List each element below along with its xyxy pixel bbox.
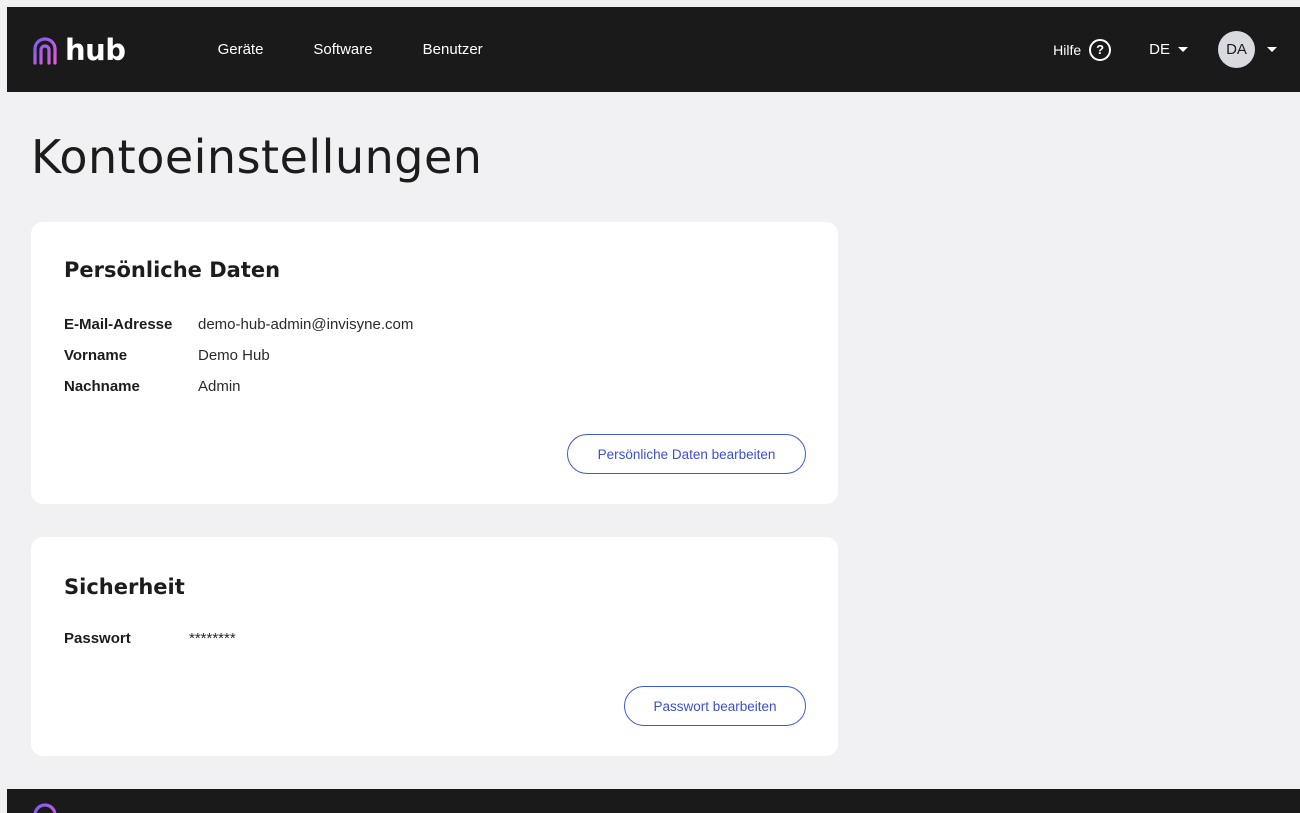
last-name-row: Nachname Admin — [64, 378, 241, 395]
first-name-value: Demo Hub — [198, 347, 270, 364]
help-button[interactable]: Hilfe ? — [1053, 38, 1112, 61]
nav-item-software[interactable]: Software — [313, 41, 372, 58]
password-label: Passwort — [64, 630, 131, 647]
logo-text: hub — [65, 32, 126, 67]
main-nav: Geräte Software Benutzer — [218, 41, 533, 58]
security-card: Sicherheit Passwort ******** Passwort be… — [31, 537, 838, 756]
personal-data-title: Persönliche Daten — [64, 258, 281, 282]
chevron-down-icon — [1267, 47, 1277, 52]
edit-password-button[interactable]: Passwort bearbeiten — [624, 686, 806, 726]
user-menu[interactable]: DA — [1218, 31, 1277, 68]
hub-arch-icon — [33, 803, 57, 813]
nav-item-geraete[interactable]: Geräte — [218, 41, 264, 58]
header-right-group: Hilfe ? DE DA — [1053, 31, 1277, 68]
last-name-value: Admin — [198, 378, 241, 395]
password-row: Passwort ******** — [64, 630, 236, 647]
email-row: E-Mail-Adresse demo-hub-admin@invisyne.c… — [64, 316, 413, 333]
chevron-down-icon — [1178, 47, 1188, 52]
password-value: ******** — [189, 630, 236, 647]
first-name-label: Vorname — [64, 347, 128, 364]
edit-personal-data-button[interactable]: Persönliche Daten bearbeiten — [567, 434, 806, 474]
email-value: demo-hub-admin@invisyne.com — [198, 316, 414, 333]
last-name-label: Nachname — [64, 378, 140, 395]
footer — [7, 789, 1300, 813]
hub-logo[interactable]: hub — [31, 33, 126, 67]
language-selector[interactable]: DE — [1149, 41, 1188, 58]
help-label: Hilfe — [1053, 41, 1082, 58]
hub-arch-icon — [33, 36, 57, 65]
top-navigation-bar: hub Geräte Software Benutzer Hilfe ? DE … — [7, 7, 1300, 92]
question-circle-icon: ? — [1089, 38, 1112, 61]
personal-data-card: Persönliche Daten E-Mail-Adresse demo-hu… — [31, 222, 838, 504]
first-name-row: Vorname Demo Hub — [64, 347, 270, 364]
nav-item-benutzer[interactable]: Benutzer — [423, 41, 483, 58]
security-title: Sicherheit — [64, 575, 185, 599]
page-title: Kontoeinstellungen — [31, 130, 483, 184]
email-label: E-Mail-Adresse — [64, 316, 173, 333]
avatar: DA — [1218, 31, 1255, 68]
language-label: DE — [1149, 41, 1170, 58]
